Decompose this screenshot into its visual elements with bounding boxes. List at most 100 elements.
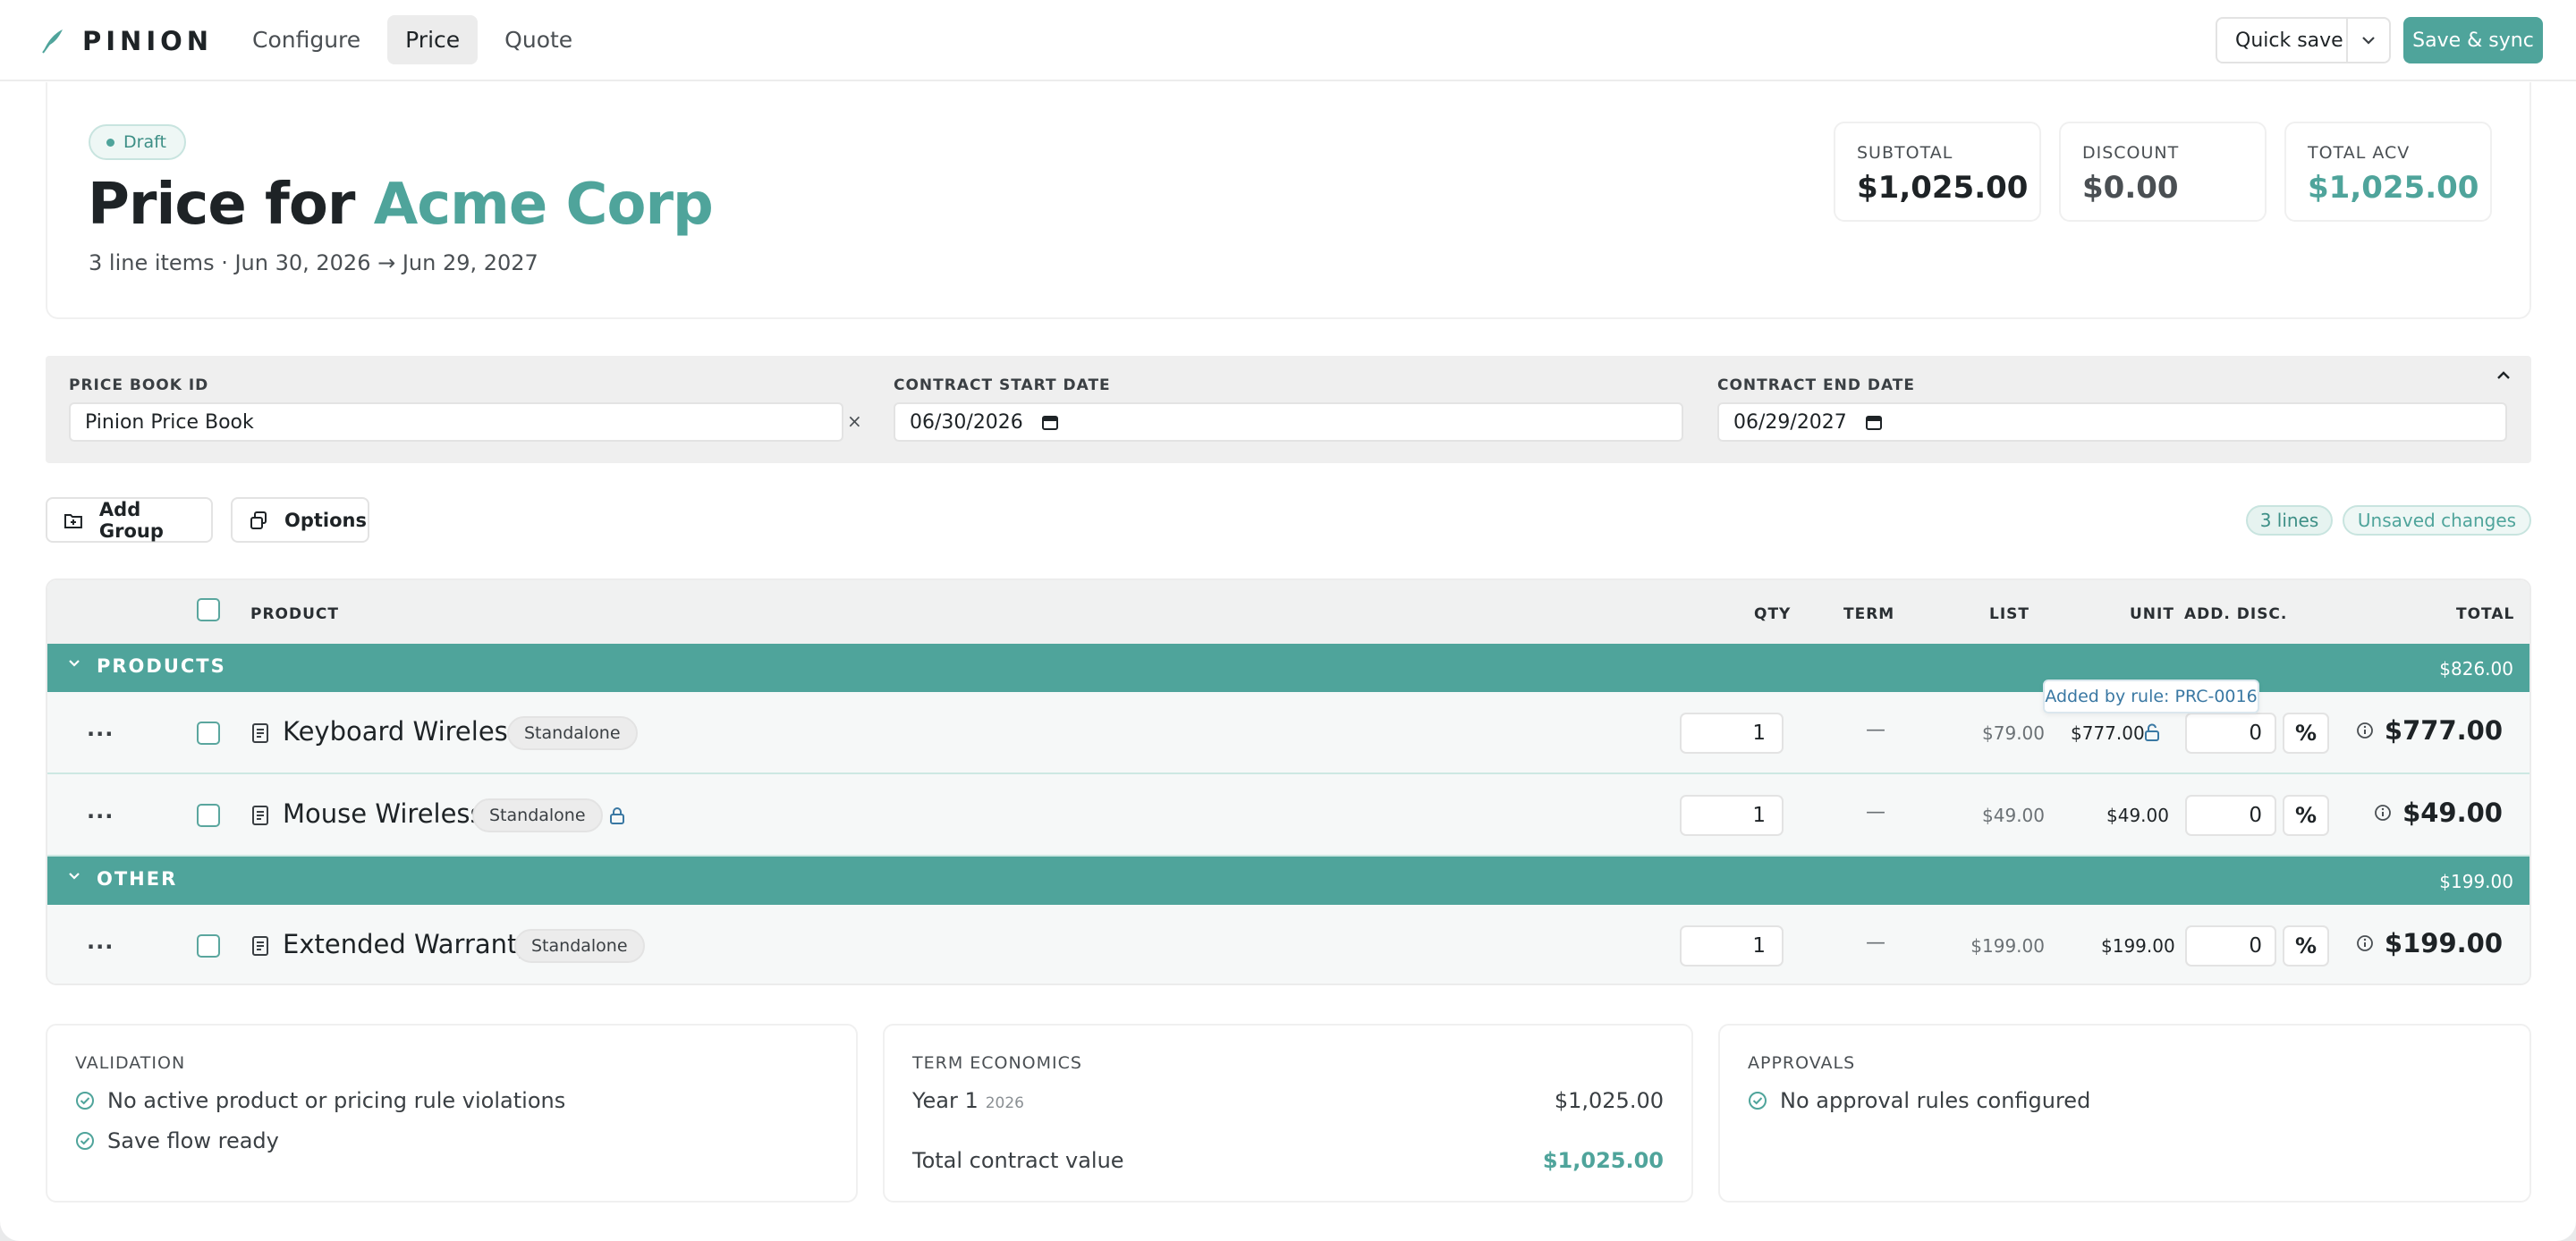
row-total: $777.00 bbox=[2356, 715, 2503, 746]
tab-price[interactable]: Price bbox=[387, 15, 479, 64]
tcv-label: Total contract value bbox=[912, 1148, 1124, 1173]
year-value: 2026 bbox=[985, 1094, 1024, 1112]
discount-input[interactable]: 0 bbox=[2185, 795, 2276, 836]
product-name: Mouse Wireless bbox=[283, 798, 484, 829]
row-total-value: $49.00 bbox=[2402, 798, 2503, 828]
tcv-amount: $1,025.00 bbox=[1542, 1148, 1664, 1173]
price-book-label: PRICE BOOK ID bbox=[69, 376, 209, 394]
group-total: $826.00 bbox=[2439, 658, 2513, 680]
approvals-title: APPROVALS bbox=[1748, 1053, 1856, 1073]
price-book-input[interactable]: Pinion Price Book bbox=[69, 402, 843, 442]
group-row-other[interactable]: OTHER $199.00 bbox=[47, 857, 2529, 905]
contract-start-label: CONTRACT START DATE bbox=[894, 376, 1111, 394]
group-total: $199.00 bbox=[2439, 871, 2513, 892]
contract-end-label: CONTRACT END DATE bbox=[1717, 376, 1916, 394]
column-header-total: TOTAL bbox=[2456, 605, 2515, 623]
discount-input[interactable]: 0 bbox=[2185, 925, 2276, 967]
row-checkbox[interactable] bbox=[197, 934, 220, 958]
term-value: — bbox=[1866, 801, 1885, 823]
approval-item-text: No approval rules configured bbox=[1780, 1088, 2091, 1113]
row-total-value: $777.00 bbox=[2384, 715, 2503, 746]
page-title: Price for Acme Corp bbox=[88, 172, 714, 238]
add-group-button[interactable]: Add Group bbox=[46, 497, 213, 543]
row-checkbox[interactable] bbox=[197, 804, 220, 827]
subtotal-label: SUBTOTAL bbox=[1857, 143, 1953, 163]
validation-item-text: No active product or pricing rule violat… bbox=[107, 1088, 566, 1113]
unit-price: $199.00 bbox=[2101, 935, 2175, 957]
year-label-wrap: Year 1 2026 bbox=[912, 1088, 1024, 1113]
discount-label: DISCOUNT bbox=[2082, 143, 2180, 163]
info-icon[interactable] bbox=[2356, 722, 2374, 739]
row-actions-button[interactable]: ··· bbox=[87, 722, 114, 747]
quick-save-button[interactable]: Quick save bbox=[2217, 19, 2348, 62]
validation-item-text: Save flow ready bbox=[107, 1128, 279, 1153]
row-total: $199.00 bbox=[2356, 928, 2503, 958]
column-header-qty: QTY bbox=[1754, 605, 1792, 623]
unit-price: $777.00 bbox=[2071, 722, 2145, 744]
approval-item: No approval rules configured bbox=[1748, 1088, 2090, 1113]
main-nav: Configure Price Quote bbox=[234, 15, 590, 64]
app-name: PINION bbox=[82, 26, 214, 56]
row-actions-button[interactable]: ··· bbox=[87, 934, 114, 959]
select-all-checkbox[interactable] bbox=[197, 598, 220, 621]
contract-end-input[interactable]: 06/29/2027 bbox=[1717, 402, 2507, 442]
chevron-down-icon[interactable] bbox=[67, 871, 81, 882]
term-value: — bbox=[1866, 719, 1885, 741]
standalone-badge: Standalone bbox=[507, 716, 638, 750]
price-page: PINION Configure Price Quote Quick save … bbox=[0, 0, 2576, 1241]
add-group-label: Add Group bbox=[98, 498, 164, 542]
document-icon bbox=[252, 936, 268, 956]
quick-save-split-button: Quick save bbox=[2216, 17, 2391, 63]
row-actions-button[interactable]: ··· bbox=[87, 804, 114, 829]
tab-configure[interactable]: Configure bbox=[234, 15, 378, 64]
chevron-down-icon[interactable] bbox=[67, 658, 81, 669]
line-items-table: PRODUCT QTY TERM LIST UNIT ADD. DISC. TO… bbox=[46, 578, 2531, 985]
total-acv-value: $1,025.00 bbox=[2308, 170, 2479, 206]
discount-stat: DISCOUNT $0.00 bbox=[2059, 122, 2267, 222]
discount-type-toggle[interactable]: % bbox=[2283, 713, 2329, 754]
subtotal-stat: SUBTOTAL $1,025.00 bbox=[1834, 122, 2041, 222]
discount-value: $0.00 bbox=[2082, 170, 2179, 206]
check-circle-icon bbox=[76, 1132, 94, 1150]
validation-title: VALIDATION bbox=[75, 1053, 186, 1073]
status-label: Draft bbox=[123, 132, 166, 152]
standalone-badge: Standalone bbox=[514, 929, 645, 963]
validation-item: Save flow ready bbox=[75, 1128, 279, 1153]
page-subtitle: 3 line items · Jun 30, 2026 → Jun 29, 20… bbox=[89, 250, 538, 275]
save-sync-button[interactable]: Save & sync bbox=[2403, 17, 2543, 63]
unlock-icon[interactable] bbox=[2144, 723, 2160, 741]
quantity-input[interactable]: 1 bbox=[1680, 713, 1784, 754]
row-checkbox[interactable] bbox=[197, 722, 220, 745]
year-amount: $1,025.00 bbox=[1554, 1088, 1664, 1113]
chevron-up-icon[interactable] bbox=[2496, 370, 2512, 381]
quick-save-menu-button[interactable] bbox=[2348, 19, 2389, 62]
discount-type-toggle[interactable]: % bbox=[2283, 795, 2329, 836]
quantity-input[interactable]: 1 bbox=[1680, 795, 1784, 836]
term-economics-panel: TERM ECONOMICS Year 1 2026 $1,025.00 Tota… bbox=[883, 1024, 1693, 1203]
discount-type-toggle[interactable]: % bbox=[2283, 925, 2329, 967]
app-logo[interactable]: PINION bbox=[41, 26, 213, 56]
row-total: $49.00 bbox=[2374, 798, 2503, 828]
info-icon[interactable] bbox=[2356, 934, 2374, 952]
contract-start-input[interactable]: 06/30/2026 bbox=[894, 402, 1683, 442]
quote-header-card: Draft Price for Acme Corp 3 line items ·… bbox=[46, 82, 2531, 319]
quantity-input[interactable]: 1 bbox=[1680, 925, 1784, 967]
year-label: Year 1 bbox=[912, 1088, 979, 1113]
options-label: Options bbox=[284, 509, 367, 531]
unit-price: $49.00 bbox=[2106, 805, 2169, 826]
calendar-icon[interactable] bbox=[1041, 413, 1059, 431]
column-header-term: TERM bbox=[1843, 605, 1895, 623]
discount-input[interactable]: 0 bbox=[2185, 713, 2276, 754]
info-icon[interactable] bbox=[2374, 804, 2392, 822]
total-contract-value-row: Total contract value $1,025.00 bbox=[912, 1148, 1664, 1173]
check-circle-icon bbox=[76, 1092, 94, 1110]
clear-price-book-button[interactable]: × bbox=[847, 410, 862, 432]
document-icon bbox=[252, 806, 268, 825]
term-value: — bbox=[1866, 932, 1885, 954]
tab-quote[interactable]: Quote bbox=[487, 15, 590, 64]
lock-icon[interactable] bbox=[609, 806, 625, 824]
feather-icon bbox=[42, 30, 63, 54]
column-header-list: LIST bbox=[1989, 605, 2029, 623]
calendar-icon[interactable] bbox=[1865, 413, 1883, 431]
options-button[interactable]: Options bbox=[231, 497, 369, 543]
